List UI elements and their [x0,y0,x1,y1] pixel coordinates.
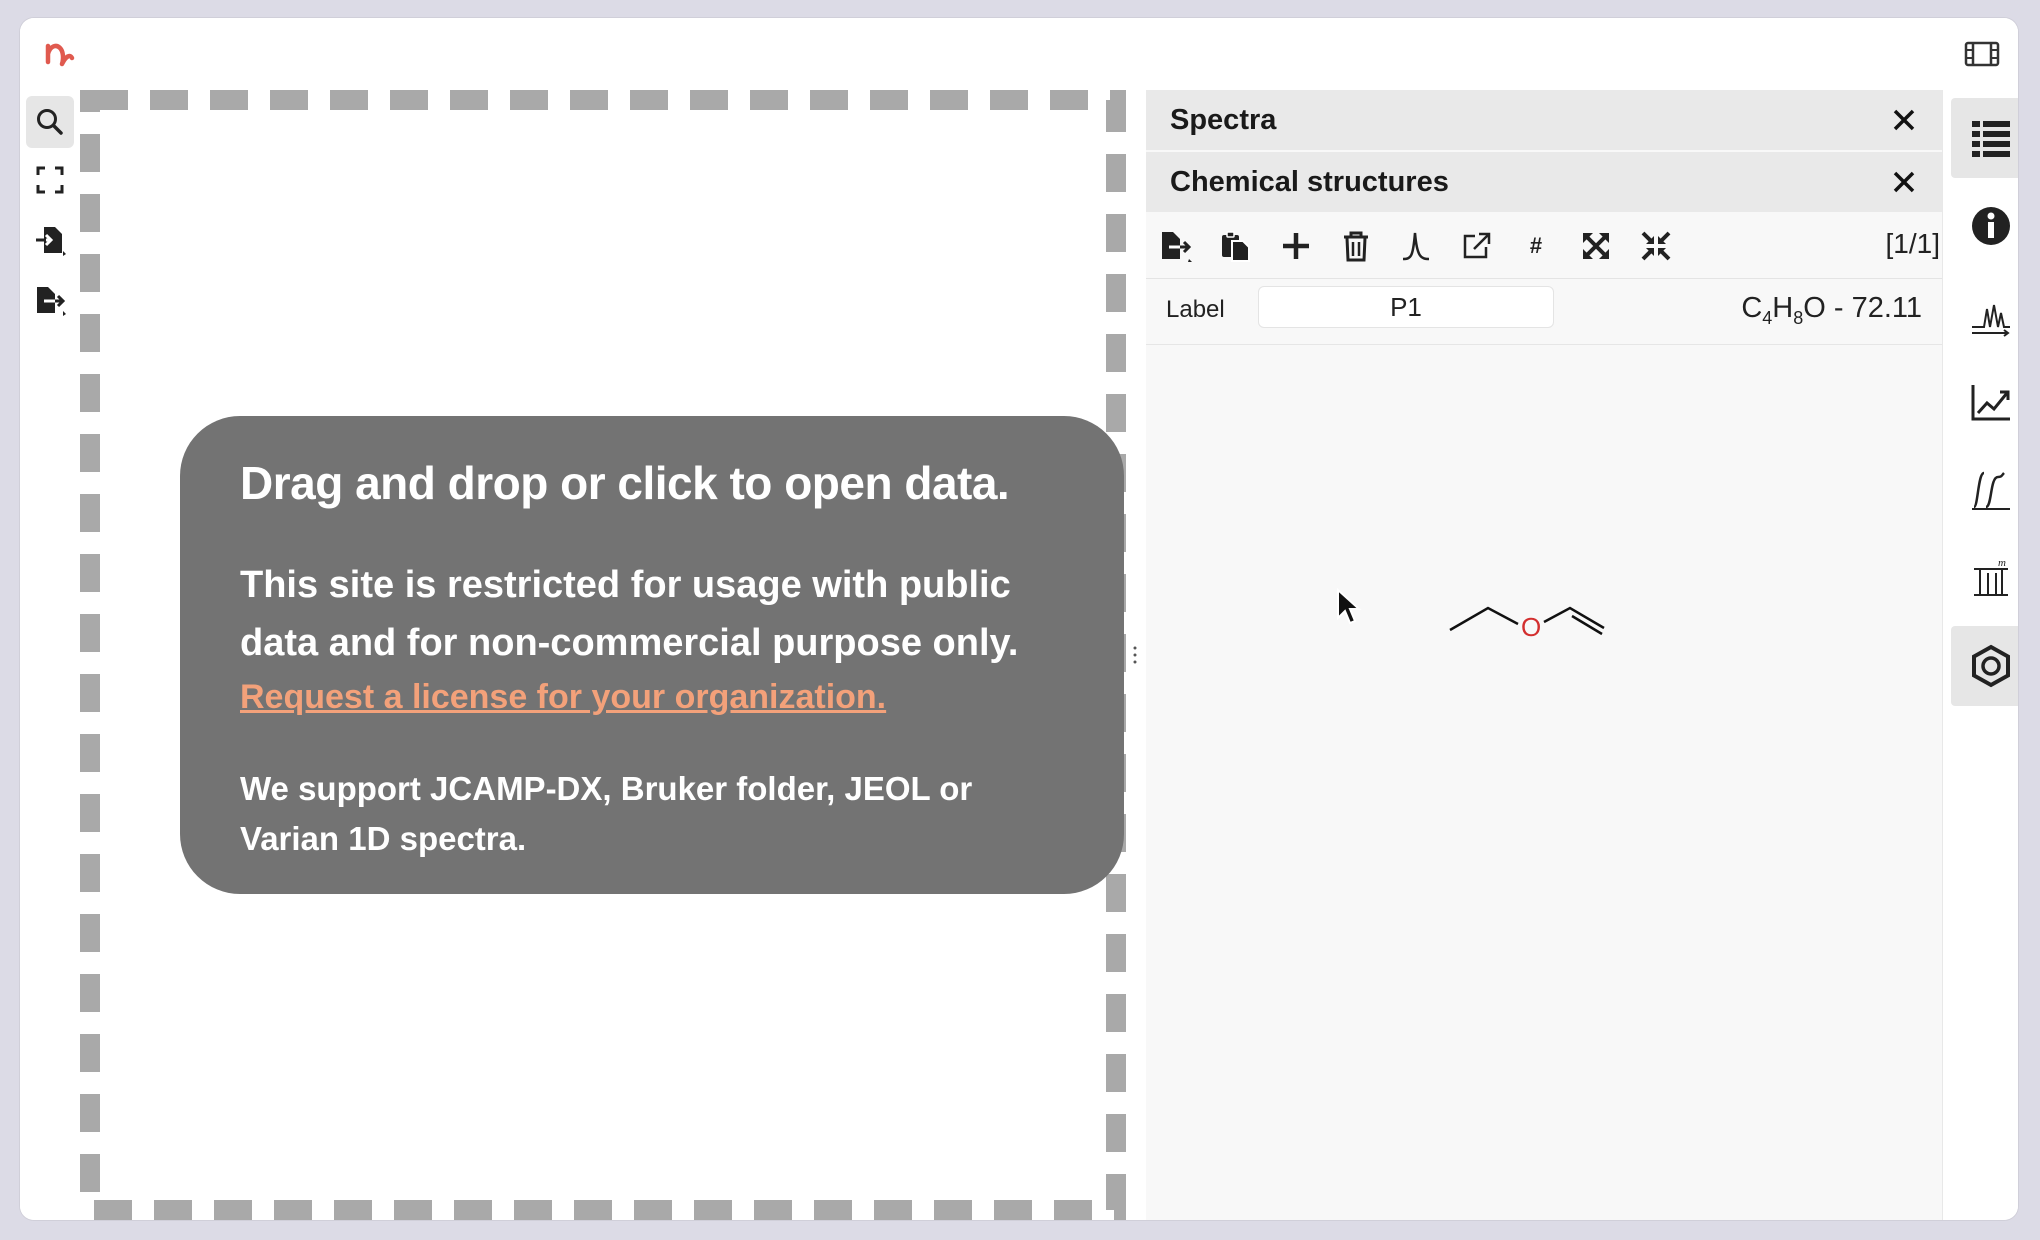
close-icon [1893,171,1915,193]
structures-panel-toggle[interactable] [1951,626,2018,706]
multiplet-icon: m [1974,557,2008,596]
trend-icon [1971,385,2010,421]
structure-counter: [1/1] [1885,228,1940,259]
import-button[interactable] [26,214,74,266]
mouse-cursor-icon [1337,588,1362,625]
peak-icon [1402,232,1430,261]
predict-spectrum-button[interactable] [1394,224,1438,268]
panel-splitter[interactable] [1126,90,1146,1220]
add-structure-button[interactable] [1274,224,1318,268]
atom-numbers-button[interactable]: # [1514,224,1558,268]
info-icon [1972,207,2010,245]
supported-formats: We support JCAMP-DX, Bruker folder, JEOL… [240,770,973,857]
export-file-icon [1162,232,1192,262]
compress-structure-button[interactable] [1634,224,1678,268]
drop-zone[interactable]: Drag and drop or click to open data. Thi… [80,90,1126,1220]
film-icon[interactable] [1964,38,2000,70]
export-structure-button[interactable] [1154,224,1198,268]
close-spectra-button[interactable] [1884,100,1924,140]
export-button[interactable] [26,274,74,326]
search-icon [37,109,63,135]
label-input[interactable] [1258,286,1554,328]
compress-icon [1641,231,1671,261]
top-bar [20,18,2018,90]
plus-icon [1283,233,1309,259]
license-link[interactable]: Request a license for your organization. [240,678,886,717]
svg-text:m: m [1998,557,2006,569]
import-icon [36,227,66,256]
spectra-list-icon [1972,121,2010,157]
information-panel-toggle[interactable] [1951,186,2018,266]
trash-icon [1344,231,1368,262]
logo-icon [45,43,75,67]
fullscreen-button[interactable] [26,154,74,206]
structure-label-row: Label C4H8O - 72.11 [1146,278,1942,345]
spectra-panel-header[interactable]: Spectra [1146,90,1942,150]
integral-icon [1972,471,2010,510]
side-panel: Spectra Chemical structures # [1/1] Labe… [1146,90,1942,1220]
external-link-icon [1463,232,1491,259]
close-chemical-structures-button[interactable] [1884,162,1924,202]
splitter-handle-icon [1133,646,1137,664]
label-caption: Label [1166,296,1225,323]
left-toolbar [20,90,80,1220]
chemical-structures-panel-title: Chemical structures [1170,166,1449,198]
open-external-button[interactable] [1454,224,1498,268]
search-button[interactable] [26,96,74,148]
usage-notice: This site is restricted for usage with p… [240,564,1019,664]
structure-toolbar: # [1/1] [1146,214,1942,279]
multiplets-panel-toggle[interactable]: m [1951,538,2018,618]
spectra-panel-toggle[interactable] [1951,98,2018,178]
drop-heading: Drag and drop or click to open data. [240,457,1010,509]
close-icon [1893,109,1915,131]
structure-icon [1972,644,2010,688]
peaks-panel-toggle[interactable] [1951,274,2018,354]
paste-icon [1222,231,1250,262]
expand-structure-button[interactable] [1574,224,1618,268]
chemical-structures-panel-header[interactable]: Chemical structures [1146,152,1942,212]
paste-structure-button[interactable] [1214,224,1258,268]
molecular-formula: C4H8O - 72.11 [1741,292,1922,328]
integrals-panel-toggle[interactable] [1951,450,2018,530]
trend-panel-toggle[interactable] [1951,362,2018,442]
hash-icon: # [1529,233,1543,258]
molecule-structure[interactable]: O [1436,570,1636,660]
delete-structure-button[interactable] [1334,224,1378,268]
oxygen-atom-label: O [1521,612,1541,642]
app-window: Drag and drop or click to open data. Thi… [20,18,2018,1220]
spectra-panel-title: Spectra [1170,104,1277,136]
export-icon [37,287,66,316]
expand-icon [1583,233,1609,259]
right-icon-rail: m [1942,90,2018,1220]
drop-zone-card: Drag and drop or click to open data. Thi… [180,416,1124,894]
fullscreen-icon [36,166,64,194]
peaks-icon [1972,304,2010,337]
